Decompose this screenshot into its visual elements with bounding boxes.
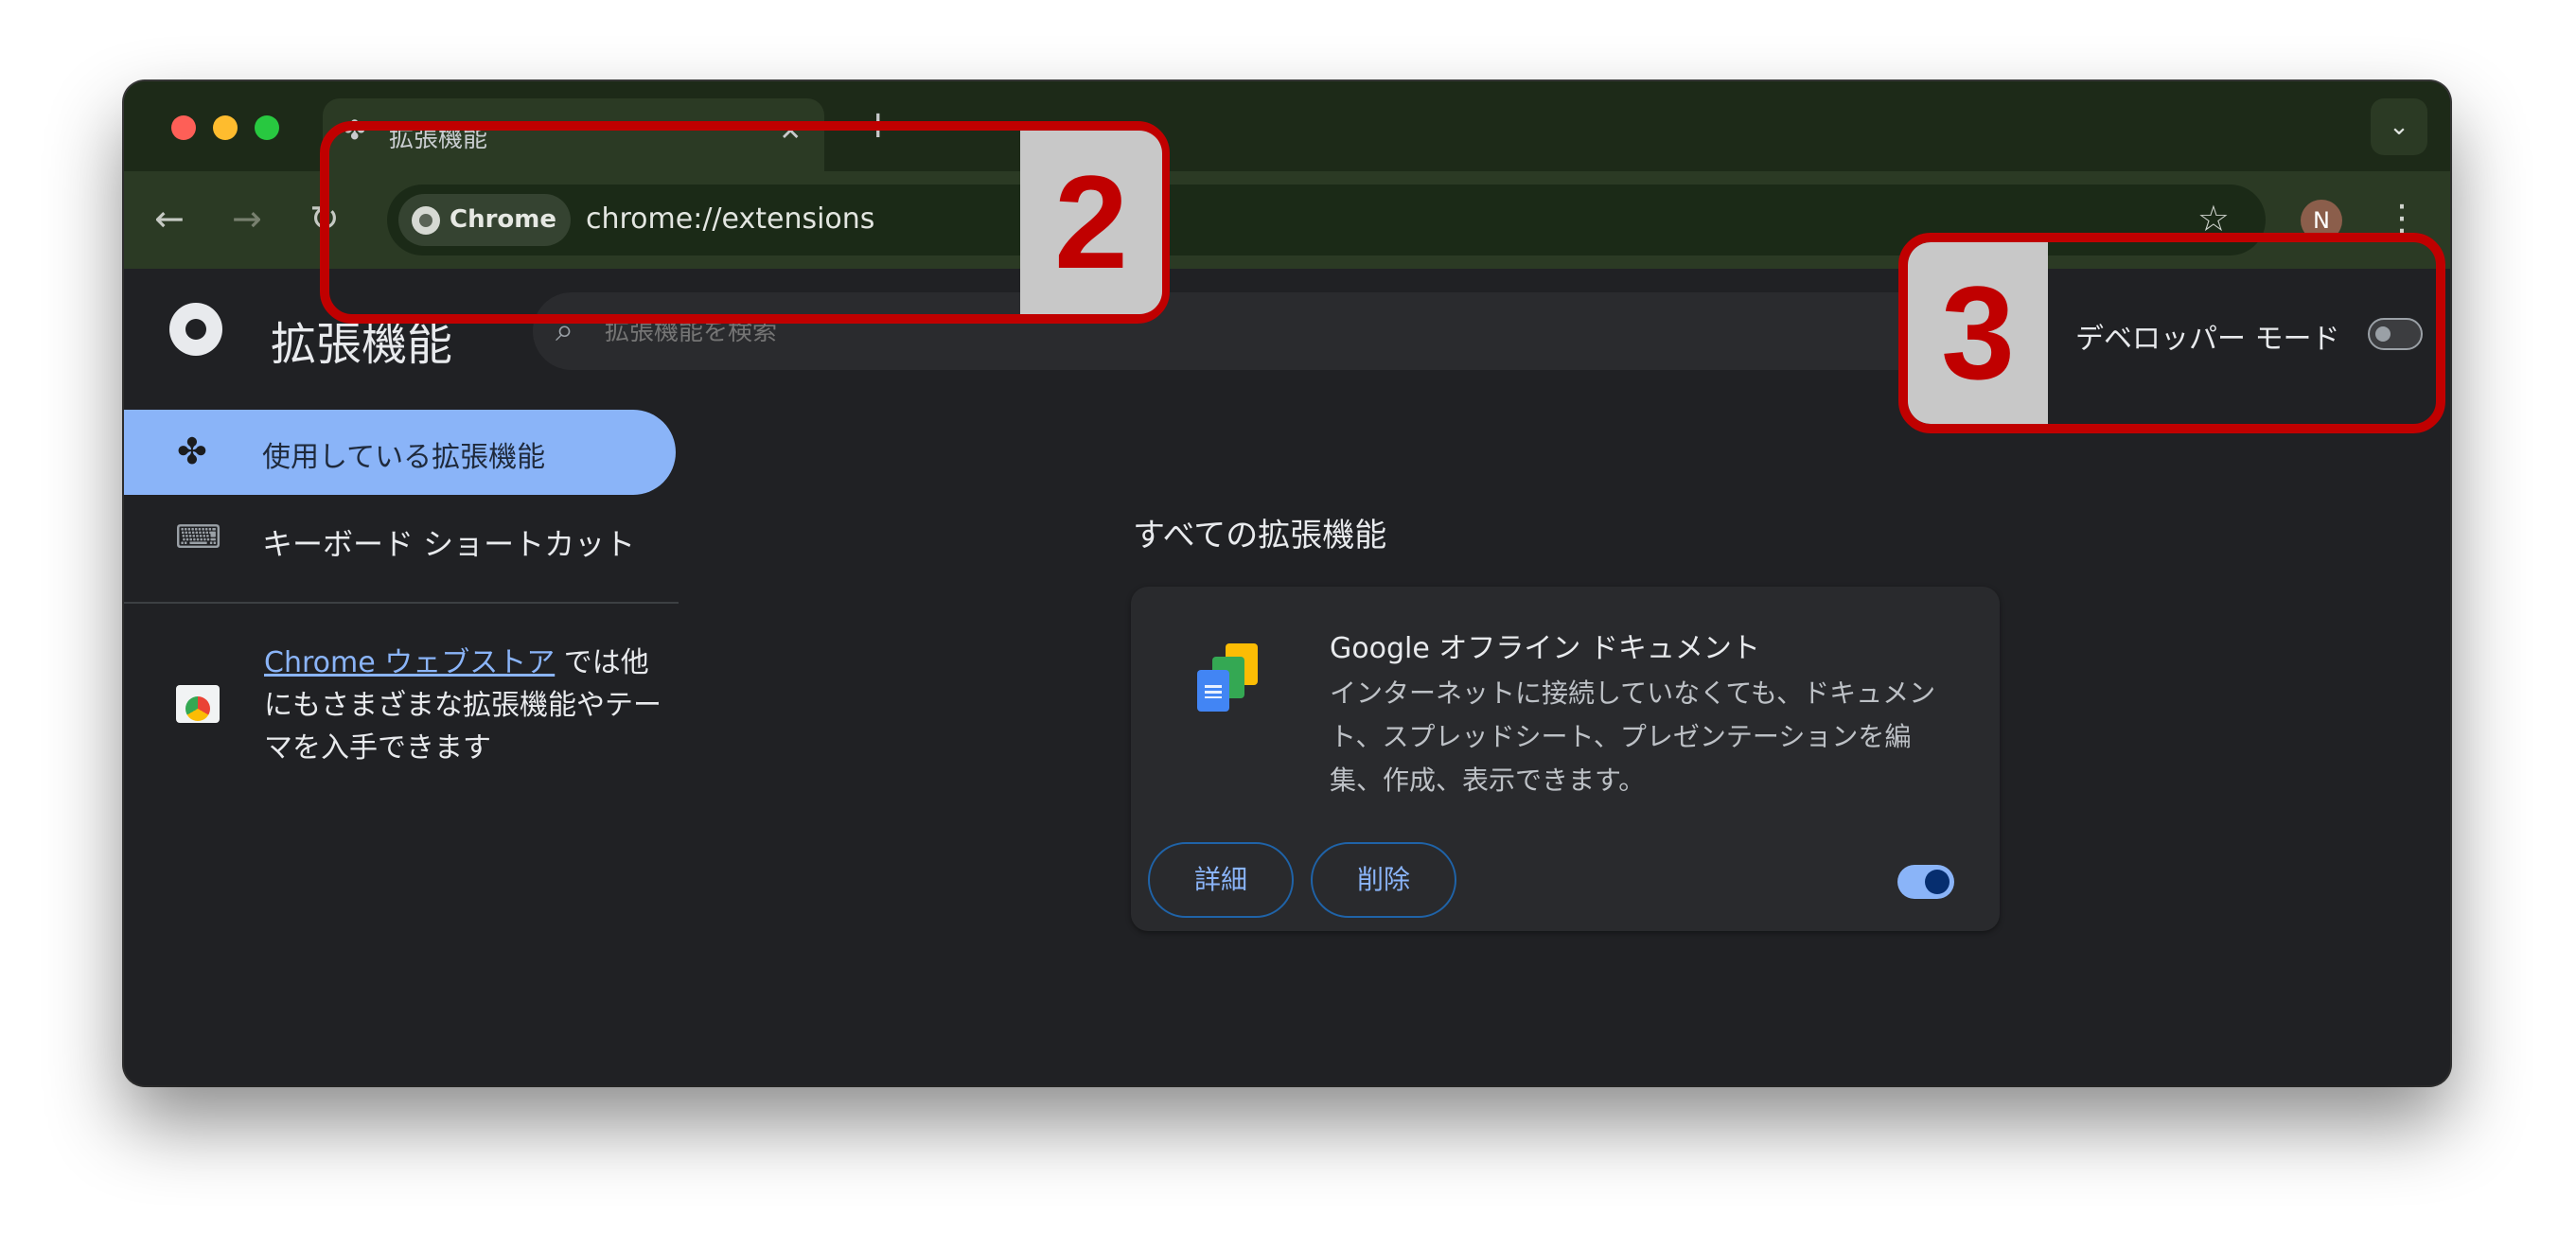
annotation-badge-2: 2	[1020, 131, 1162, 314]
puzzle-icon: ✤	[177, 431, 207, 472]
details-button[interactable]: 詳細	[1148, 842, 1294, 918]
back-button[interactable]: ←	[154, 200, 185, 237]
extension-description: インターネットに接続していなくても、ドキュメント、スプレッドシート、プレゼンテー…	[1330, 677, 1936, 796]
keyboard-icon: ⌨	[175, 519, 222, 556]
close-window-button[interactable]	[171, 115, 196, 140]
tab-search-button[interactable]: ⌄	[2371, 98, 2427, 155]
web-store-link[interactable]: Chrome ウェブストア	[264, 646, 555, 679]
web-store-promo: Chrome ウェブストア では他にもさまざまな拡張機能やテーマを入手できます	[264, 642, 662, 769]
annotation-badge-3: 3	[1908, 242, 2048, 424]
sidebar-divider	[124, 602, 679, 604]
chrome-logo-icon	[169, 303, 222, 356]
minimize-window-button[interactable]	[213, 115, 238, 140]
remove-button[interactable]: 削除	[1311, 842, 1456, 918]
sidebar-item-label: 使用している拡張機能	[262, 441, 546, 474]
docs-doc-icon	[1197, 670, 1229, 712]
toggle-knob	[1925, 870, 1950, 894]
extension-name: Google オフライン ドキュメント	[1330, 632, 1760, 665]
extension-enable-toggle[interactable]	[1897, 865, 1954, 899]
sidebar-item-extensions[interactable]: ✤ 使用している拡張機能	[124, 410, 676, 495]
section-title: すべての拡張機能	[1133, 517, 1387, 554]
zoom-window-button[interactable]	[255, 115, 279, 140]
forward-button[interactable]: →	[232, 200, 262, 237]
sidebar-item-label: キーボード ショートカット	[262, 526, 636, 562]
sidebar-item-shortcuts[interactable]: ⌨ キーボード ショートカット	[124, 495, 676, 580]
extension-card: Google オフライン ドキュメント インターネットに接続していなくても、ドキ…	[1131, 587, 2000, 931]
web-store-icon	[176, 685, 220, 723]
google-docs-offline-icon	[1190, 640, 1269, 719]
